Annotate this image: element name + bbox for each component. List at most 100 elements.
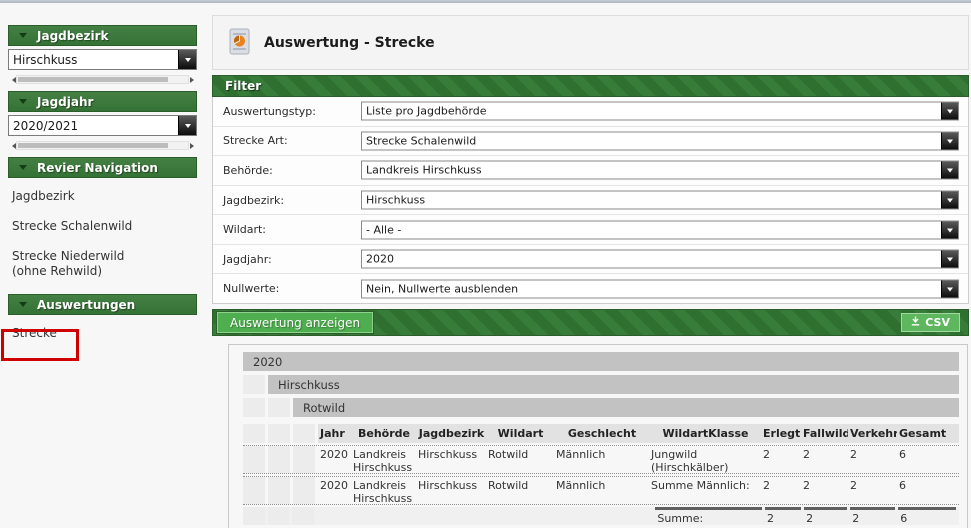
cell-behoerde: Landkreis Hirschkuss xyxy=(351,446,416,476)
dropdown-arrow-icon[interactable] xyxy=(941,280,958,297)
dropdown-arrow-icon[interactable] xyxy=(941,251,958,268)
cell-wildartklasse: Jungwild (Hirschkälber) xyxy=(649,446,761,476)
filter-row-auswertungstyp: Auswertungstyp: Liste pro Jagdbehörde xyxy=(213,97,968,127)
table-header-row: Jahr Behörde Jagdbezirk Wildart Geschlec… xyxy=(243,424,959,443)
jagdjahr-select-value: 2020/2021 xyxy=(9,119,178,133)
indent-cell xyxy=(268,507,290,525)
jagdjahr-horizontal-scrollbar[interactable] xyxy=(8,140,197,151)
select-value: Hirschkuss xyxy=(362,194,941,207)
field-label: Jagdbezirk: xyxy=(213,194,351,207)
wildart-select[interactable]: - Alle - xyxy=(361,220,959,239)
cell-erlegt: 2 xyxy=(765,507,801,525)
indent-cell xyxy=(293,446,315,473)
cell-wildart xyxy=(490,507,557,525)
dropdown-arrow-icon[interactable] xyxy=(941,192,958,209)
dropdown-arrow-icon[interactable] xyxy=(178,116,196,135)
dropdown-arrow-icon[interactable] xyxy=(178,50,196,69)
scroll-right-icon[interactable] xyxy=(189,75,197,84)
top-window-edge xyxy=(0,0,971,3)
filter-bar-label: Filter xyxy=(213,79,261,93)
auswertungstyp-select[interactable]: Liste pro Jagdbehörde xyxy=(361,102,959,121)
dropdown-arrow-icon[interactable] xyxy=(941,103,958,120)
indent-cell xyxy=(243,446,265,473)
field-label: Auswertungstyp: xyxy=(213,105,351,118)
scroll-left-icon[interactable] xyxy=(8,75,16,84)
jagdbezirk-horizontal-scrollbar[interactable] xyxy=(8,74,197,85)
jagdjahr-filter-select[interactable]: 2020 xyxy=(361,250,959,269)
select-value: Landkreis Hirschkuss xyxy=(362,164,941,177)
select-value: Liste pro Jagdbehörde xyxy=(362,105,941,118)
cell-verkehr: 2 xyxy=(850,507,895,525)
col-header-fallwild: Fallwild xyxy=(801,427,848,440)
select-value: - Alle - xyxy=(362,223,941,236)
sidebar: Jagdbezirk Hirschkuss Jagdjahr 2020/2021… xyxy=(8,25,197,348)
table-total-row: Summe: 2 2 2 6 xyxy=(243,507,959,525)
scrollbar-track[interactable] xyxy=(16,141,189,150)
cell-jagdbezirk: Hirschkuss xyxy=(416,446,486,463)
cell-gesamt: 6 xyxy=(898,507,956,525)
field-label: Strecke Art: xyxy=(213,134,351,147)
csv-export-button[interactable]: CSV xyxy=(901,313,960,332)
collapse-arrow-icon xyxy=(19,99,27,108)
indent-cell xyxy=(243,398,265,417)
dropdown-arrow-icon[interactable] xyxy=(941,132,958,149)
sidebar-panel-revier-navigation-header[interactable]: Revier Navigation xyxy=(8,157,197,178)
jagdbezirk-select[interactable]: Hirschkuss xyxy=(8,49,197,70)
jagdbezirk-filter-select[interactable]: Hirschkuss xyxy=(361,191,959,210)
dropdown-arrow-icon[interactable] xyxy=(941,221,958,238)
scroll-right-icon[interactable] xyxy=(189,141,197,150)
group-row-bezirk: Hirschkuss xyxy=(243,375,959,394)
show-evaluation-button[interactable]: Auswertung anzeigen xyxy=(217,312,373,333)
sidebar-panel-auswertungen-header[interactable]: Auswertungen xyxy=(8,294,197,315)
filter-row-jagdjahr: Jagdjahr: 2020 xyxy=(213,245,968,275)
sidebar-item-strecke[interactable]: Strecke xyxy=(8,318,197,348)
select-value: Strecke Schalenwild xyxy=(362,134,941,147)
cell-summe-label: Summe: xyxy=(655,507,762,525)
col-header-verkehr: Verkehr xyxy=(848,427,897,440)
cell-behoerde xyxy=(352,507,416,525)
nullwerte-select[interactable]: Nein, Nullwerte ausblenden xyxy=(361,279,959,298)
behoerde-select[interactable]: Landkreis Hirschkuss xyxy=(361,161,959,180)
field-label: Nullwerte: xyxy=(213,282,351,295)
sidebar-item-strecke-niederwild[interactable]: Strecke Niederwild (ohne Rehwild) xyxy=(8,241,197,286)
actions-bar: Auswertung anzeigen CSV xyxy=(212,309,969,336)
sidebar-panel-jagdjahr-header[interactable]: Jagdjahr xyxy=(8,91,197,112)
filter-section-bar: Filter xyxy=(212,75,969,97)
panel-title: Auswertungen xyxy=(37,298,135,312)
cell-geschlecht: Männlich xyxy=(554,446,649,463)
page-header: Auswertung - Strecke xyxy=(212,15,969,70)
indent-cell xyxy=(268,398,290,417)
group-label-year: 2020 xyxy=(243,352,959,371)
cell-wildart: Rotwild xyxy=(486,446,554,463)
sidebar-panel-jagdbezirk-header[interactable]: Jagdbezirk xyxy=(8,25,197,46)
filter-row-jagdbezirk: Jagdbezirk: Hirschkuss xyxy=(213,186,968,216)
panel-title: Jagdbezirk xyxy=(37,29,108,43)
group-row-wildart: Rotwild xyxy=(243,398,959,417)
scrollbar-thumb[interactable] xyxy=(18,77,168,82)
scroll-left-icon[interactable] xyxy=(8,141,16,150)
jagdjahr-select[interactable]: 2020/2021 xyxy=(8,115,197,136)
dropdown-arrow-icon[interactable] xyxy=(941,162,958,179)
strecke-art-select[interactable]: Strecke Schalenwild xyxy=(361,131,959,150)
cell-verkehr: 2 xyxy=(848,477,897,494)
filter-row-nullwerte: Nullwerte: Nein, Nullwerte ausblenden xyxy=(213,274,968,303)
group-row-year: 2020 xyxy=(243,352,959,371)
cell-fallwild: 2 xyxy=(804,507,847,525)
download-icon xyxy=(911,316,920,329)
cell-wildart: Rotwild xyxy=(486,477,554,494)
table-row: 2020 Landkreis Hirschkuss Hirschkuss Rot… xyxy=(243,445,959,474)
cell-jahr: 2020 xyxy=(318,477,351,494)
indent-cell xyxy=(243,424,265,443)
report-document-icon xyxy=(229,28,250,58)
cell-wildartklasse: Summe Männlich: xyxy=(649,477,761,494)
cell-jahr xyxy=(317,507,349,525)
scrollbar-thumb[interactable] xyxy=(18,143,168,148)
sidebar-item-strecke-schalenwild[interactable]: Strecke Schalenwild xyxy=(8,211,197,241)
cell-fallwild: 2 xyxy=(801,477,848,494)
indent-cell xyxy=(268,424,290,443)
sidebar-item-jagdbezirk[interactable]: Jagdbezirk xyxy=(8,181,197,211)
indent-cell xyxy=(293,477,315,504)
filter-row-strecke-art: Strecke Art: Strecke Schalenwild xyxy=(213,127,968,157)
indent-cell xyxy=(268,477,290,504)
scrollbar-track[interactable] xyxy=(16,75,189,84)
